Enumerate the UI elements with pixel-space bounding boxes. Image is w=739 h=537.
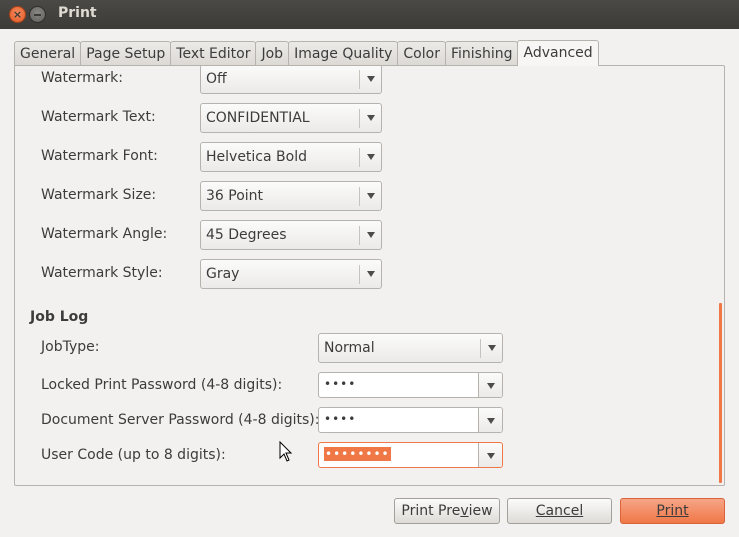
chevron-down-icon — [367, 193, 375, 199]
window-titlebar: × Print — [0, 0, 739, 29]
watermark-size-value: 36 Point — [206, 188, 264, 204]
print-label: Print — [656, 503, 689, 519]
advanced-panel: Watermark: Off Watermark Text: CONFIDENT… — [14, 65, 725, 486]
watermark-style-select[interactable]: Gray — [200, 259, 382, 289]
print-preview-label-b: iew — [468, 503, 493, 519]
chevron-down-icon — [487, 418, 495, 424]
tab-page-setup[interactable]: Page Setup — [80, 41, 172, 66]
separator — [480, 339, 481, 358]
watermark-text-value: CONFIDENTIAL — [206, 110, 310, 126]
watermark-style-row: Watermark Style: Gray — [15, 259, 724, 289]
locked-password-label: Locked Print Password (4-8 digits): — [41, 377, 283, 393]
doc-server-password-row: Document Server Password (4-8 digits): •… — [15, 405, 724, 435]
locked-password-field[interactable]: •••• — [318, 372, 503, 398]
tab-advanced[interactable]: Advanced — [517, 40, 599, 66]
tab-text-editor[interactable]: Text Editor — [170, 41, 257, 66]
watermark-font-select[interactable]: Helvetica Bold — [200, 142, 382, 172]
print-preview-label-mnemonic: v — [460, 503, 469, 519]
watermark-text-select[interactable]: CONFIDENTIAL — [200, 103, 382, 133]
jobtype-select[interactable]: Normal — [318, 333, 503, 363]
chevron-down-icon — [367, 154, 375, 160]
tab-finishing[interactable]: Finishing — [444, 41, 519, 66]
scroll-indicator[interactable] — [719, 303, 722, 483]
tab-image-quality[interactable]: Image Quality — [288, 41, 399, 66]
chevron-down-icon — [367, 76, 375, 82]
user-code-label: User Code (up to 8 digits): — [41, 447, 226, 463]
print-button[interactable]: Print — [620, 498, 725, 524]
window-close-button[interactable]: × — [9, 6, 26, 23]
user-code-field[interactable]: •••••••• — [318, 442, 503, 468]
user-code-row: User Code (up to 8 digits): •••••••• — [15, 440, 724, 470]
window-minimize-button[interactable] — [29, 6, 46, 23]
tab-bar: General Page Setup Text Editor Job Image… — [14, 40, 599, 66]
doc-server-password-field[interactable]: •••• — [318, 407, 503, 433]
print-preview-button[interactable]: Print Preview — [394, 498, 500, 524]
user-code-value: •••••••• — [324, 447, 391, 461]
chevron-down-icon — [367, 232, 375, 238]
separator — [359, 148, 360, 167]
chevron-down-icon — [367, 115, 375, 121]
watermark-select[interactable]: Off — [200, 66, 382, 94]
watermark-angle-select[interactable]: 45 Degrees — [200, 220, 382, 250]
locked-password-value: •••• — [324, 377, 357, 391]
separator — [359, 187, 360, 206]
watermark-style-label: Watermark Style: — [41, 265, 163, 281]
chevron-down-icon — [487, 453, 495, 459]
locked-password-dropdown-button[interactable] — [478, 373, 502, 397]
separator — [359, 109, 360, 128]
tab-job[interactable]: Job — [255, 41, 290, 66]
watermark-font-row: Watermark Font: Helvetica Bold — [15, 142, 724, 172]
tab-general[interactable]: General — [14, 41, 82, 66]
watermark-value: Off — [206, 71, 227, 87]
chevron-down-icon — [487, 383, 495, 389]
jobtype-label: JobType: — [41, 339, 100, 355]
tab-color[interactable]: Color — [397, 41, 446, 66]
window-title: Print — [58, 5, 97, 21]
separator — [359, 70, 360, 89]
watermark-angle-row: Watermark Angle: 45 Degrees — [15, 220, 724, 250]
chevron-down-icon — [488, 345, 496, 351]
watermark-angle-value: 45 Degrees — [206, 227, 287, 243]
watermark-size-row: Watermark Size: 36 Point — [15, 181, 724, 211]
cancel-button[interactable]: Cancel — [507, 498, 612, 524]
separator — [359, 226, 360, 245]
doc-server-password-label: Document Server Password (4-8 digits): — [41, 412, 320, 428]
job-log-heading: Job Log — [30, 309, 89, 325]
doc-server-password-value: •••• — [324, 412, 357, 426]
jobtype-row: JobType: Normal — [15, 333, 724, 363]
watermark-row: Watermark: Off — [15, 66, 724, 94]
separator — [359, 265, 360, 284]
watermark-font-label: Watermark Font: — [41, 148, 158, 164]
watermark-size-select[interactable]: 36 Point — [200, 181, 382, 211]
locked-password-row: Locked Print Password (4-8 digits): •••• — [15, 370, 724, 400]
watermark-font-value: Helvetica Bold — [206, 149, 307, 165]
print-preview-label-a: Print Pre — [401, 503, 461, 519]
doc-server-password-dropdown-button[interactable] — [478, 408, 502, 432]
watermark-label: Watermark: — [41, 70, 123, 86]
watermark-text-row: Watermark Text: CONFIDENTIAL — [15, 103, 724, 133]
watermark-angle-label: Watermark Angle: — [41, 226, 168, 242]
jobtype-value: Normal — [324, 340, 375, 356]
watermark-size-label: Watermark Size: — [41, 187, 157, 203]
cancel-label: Cancel — [535, 503, 584, 519]
close-icon: × — [12, 8, 23, 21]
mouse-pointer-icon — [279, 441, 293, 462]
user-code-dropdown-button[interactable] — [478, 443, 502, 467]
watermark-style-value: Gray — [206, 266, 240, 282]
chevron-down-icon — [367, 271, 375, 277]
watermark-text-label: Watermark Text: — [41, 109, 156, 125]
